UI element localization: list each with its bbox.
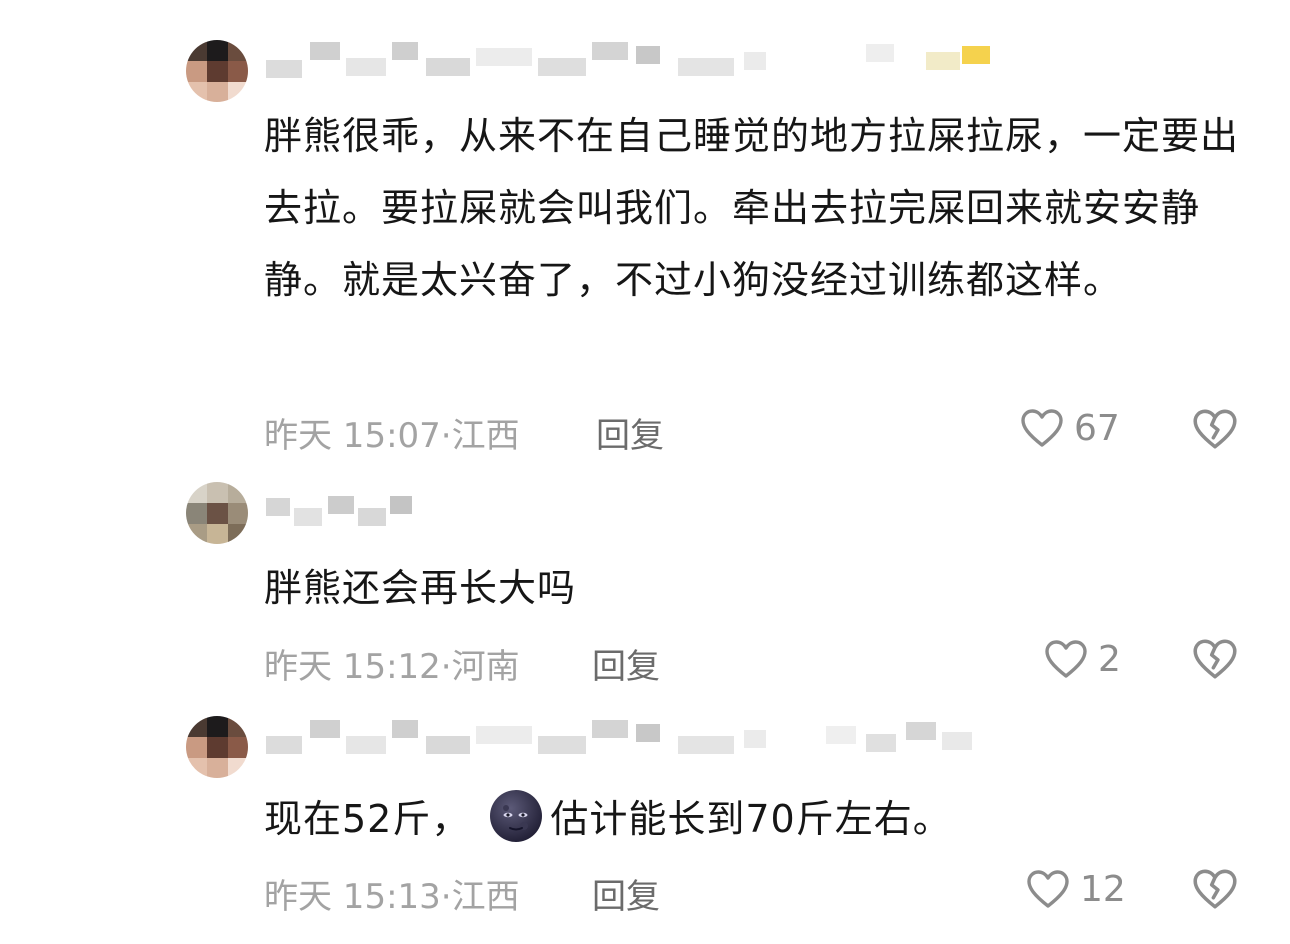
comment-time: 昨天 15:13: [264, 877, 441, 917]
comment-meta: 昨天 15:13·江西: [264, 869, 520, 918]
heart-outline-icon: [1021, 409, 1063, 447]
broken-heart-icon[interactable]: [1190, 634, 1240, 684]
like-count: 12: [1080, 868, 1126, 910]
comment-location: 江西: [451, 416, 520, 456]
heart-outline-icon: [1027, 870, 1069, 908]
like-button[interactable]: 12: [1024, 865, 1126, 913]
avatar[interactable]: [186, 40, 248, 102]
comment-location: 河南: [451, 647, 520, 687]
like-count: 2: [1098, 638, 1121, 680]
comment-time: 昨天 15:12: [264, 647, 441, 687]
comment-text-after: 估计能长到70斤左右。: [550, 797, 952, 841]
meta-separator: ·: [440, 877, 452, 917]
like-button[interactable]: 2: [1042, 635, 1121, 683]
broken-heart-icon[interactable]: [1190, 864, 1240, 914]
comment-text: 胖熊很乖，从来不在自己睡觉的地方拉屎拉尿，一定要出去拉。要拉屎就会叫我们。牵出去…: [264, 114, 1240, 302]
broken-heart-icon[interactable]: [1190, 404, 1240, 454]
comment-time: 昨天 15:07: [264, 416, 441, 456]
heart-outline-icon: [1045, 640, 1087, 678]
like-count: 67: [1074, 407, 1120, 449]
reply-button[interactable]: 回复: [592, 869, 660, 918]
comment-text-before: 现在52斤，: [264, 797, 471, 841]
comment-location: 江西: [451, 877, 520, 917]
new-moon-face-icon: [490, 790, 543, 842]
comment-meta: 昨天 15:12·河南: [264, 639, 520, 688]
like-button[interactable]: 67: [1018, 404, 1120, 452]
avatar[interactable]: [186, 716, 248, 778]
avatar[interactable]: [186, 482, 248, 544]
meta-separator: ·: [440, 647, 452, 687]
meta-separator: ·: [440, 416, 452, 456]
reply-button[interactable]: 回复: [596, 408, 664, 457]
comment-meta: 昨天 15:07·江西: [264, 408, 520, 457]
comment-text: 胖熊还会再长大吗: [264, 566, 577, 610]
reply-button[interactable]: 回复: [592, 639, 660, 688]
comment-text: 现在52斤， 估计能长到70斤左右。: [264, 783, 1244, 855]
